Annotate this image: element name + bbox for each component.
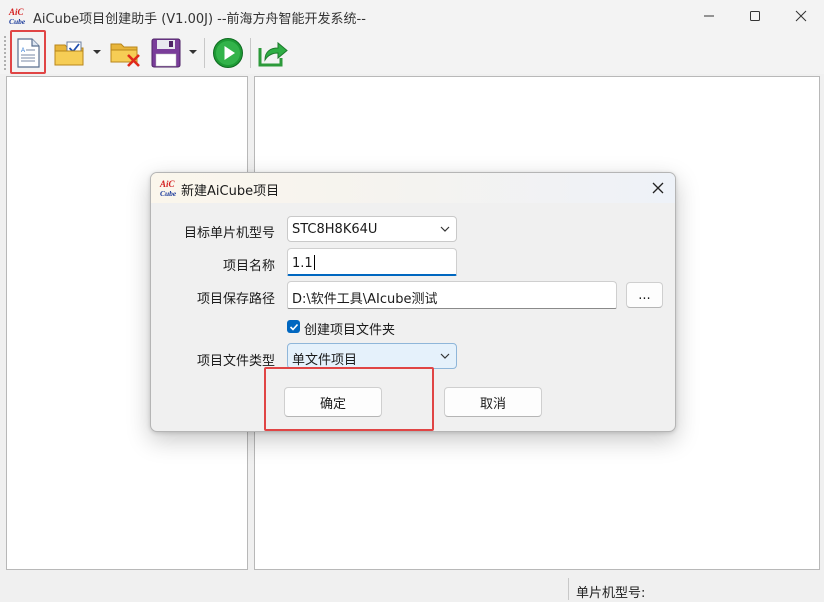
save-project-button[interactable] xyxy=(148,35,184,71)
chevron-down-icon xyxy=(440,226,450,232)
mcu-model-label: 目标单片机型号 xyxy=(183,226,275,241)
aicube-logo-icon: AiC Cube xyxy=(8,7,26,26)
share-export-icon xyxy=(258,41,288,67)
export-button[interactable] xyxy=(256,35,290,71)
mcu-model-value: STC8H8K64U xyxy=(292,222,378,237)
close-window-button[interactable] xyxy=(778,0,824,32)
svg-text:Cube: Cube xyxy=(160,189,177,198)
mcu-model-select[interactable]: STC8H8K64U xyxy=(287,216,457,242)
project-name-input[interactable]: 1.1 xyxy=(287,248,457,276)
text-caret xyxy=(313,255,315,270)
minimize-icon xyxy=(704,15,714,17)
create-folder-checkbox[interactable] xyxy=(287,320,300,333)
close-icon xyxy=(795,10,807,22)
save-project-dropdown-icon[interactable] xyxy=(189,50,197,54)
svg-text:AiC: AiC xyxy=(8,7,25,17)
maximize-icon xyxy=(750,11,760,21)
status-bar xyxy=(0,576,824,602)
checkmark-icon xyxy=(289,323,298,331)
file-type-select[interactable]: 单文件项目 xyxy=(287,343,457,369)
file-type-label: 项目文件类型 xyxy=(196,354,275,369)
open-project-button[interactable] xyxy=(52,35,88,71)
svg-text:AiC: AiC xyxy=(159,179,176,189)
chevron-down-icon xyxy=(440,353,450,359)
save-path-value: D:\软件工具\AIcube测试 xyxy=(292,292,438,307)
folder-delete-icon xyxy=(110,43,140,67)
new-project-highlight-box xyxy=(10,30,46,74)
dialog-close-button[interactable] xyxy=(647,177,669,199)
dialog-title: 新建AiCube项目 xyxy=(181,184,280,199)
ok-button-highlight-box xyxy=(264,367,434,431)
project-name-label: 项目名称 xyxy=(222,259,275,274)
close-icon xyxy=(652,182,664,194)
file-type-value: 单文件项目 xyxy=(292,353,358,368)
create-folder-label[interactable]: 创建项目文件夹 xyxy=(304,319,395,338)
project-name-value: 1.1 xyxy=(292,256,313,271)
browse-button[interactable]: ... xyxy=(626,282,663,308)
green-play-icon xyxy=(213,38,243,68)
save-path-input[interactable]: D:\软件工具\AIcube测试 xyxy=(287,281,617,309)
toolbar-separator xyxy=(250,38,251,68)
title-bar: AiC Cube AiCube项目创建助手 (V1.00J) --前海方舟智能开… xyxy=(0,0,824,32)
status-separator xyxy=(568,578,569,600)
svg-text:Cube: Cube xyxy=(9,17,26,26)
mcu-model-status: 单片机型号: xyxy=(576,586,646,601)
save-path-label: 项目保存路径 xyxy=(196,292,275,307)
dialog-title-bar: AiC Cube 新建AiCube项目 xyxy=(151,173,675,203)
maximize-button[interactable] xyxy=(732,0,778,32)
toolbar-separator xyxy=(204,38,205,68)
floppy-disk-icon xyxy=(151,38,181,68)
aicube-logo-icon: AiC Cube xyxy=(159,179,177,198)
cancel-button[interactable]: 取消 xyxy=(444,387,542,417)
open-project-dropdown-icon[interactable] xyxy=(93,50,101,54)
open-folder-check-icon xyxy=(54,41,84,66)
run-button[interactable] xyxy=(210,35,246,71)
minimize-button[interactable] xyxy=(686,0,732,32)
close-project-button[interactable] xyxy=(108,35,144,71)
window-title: AiCube项目创建助手 (V1.00J) --前海方舟智能开发系统-- xyxy=(33,12,366,27)
toolbar-grip[interactable] xyxy=(4,36,6,70)
